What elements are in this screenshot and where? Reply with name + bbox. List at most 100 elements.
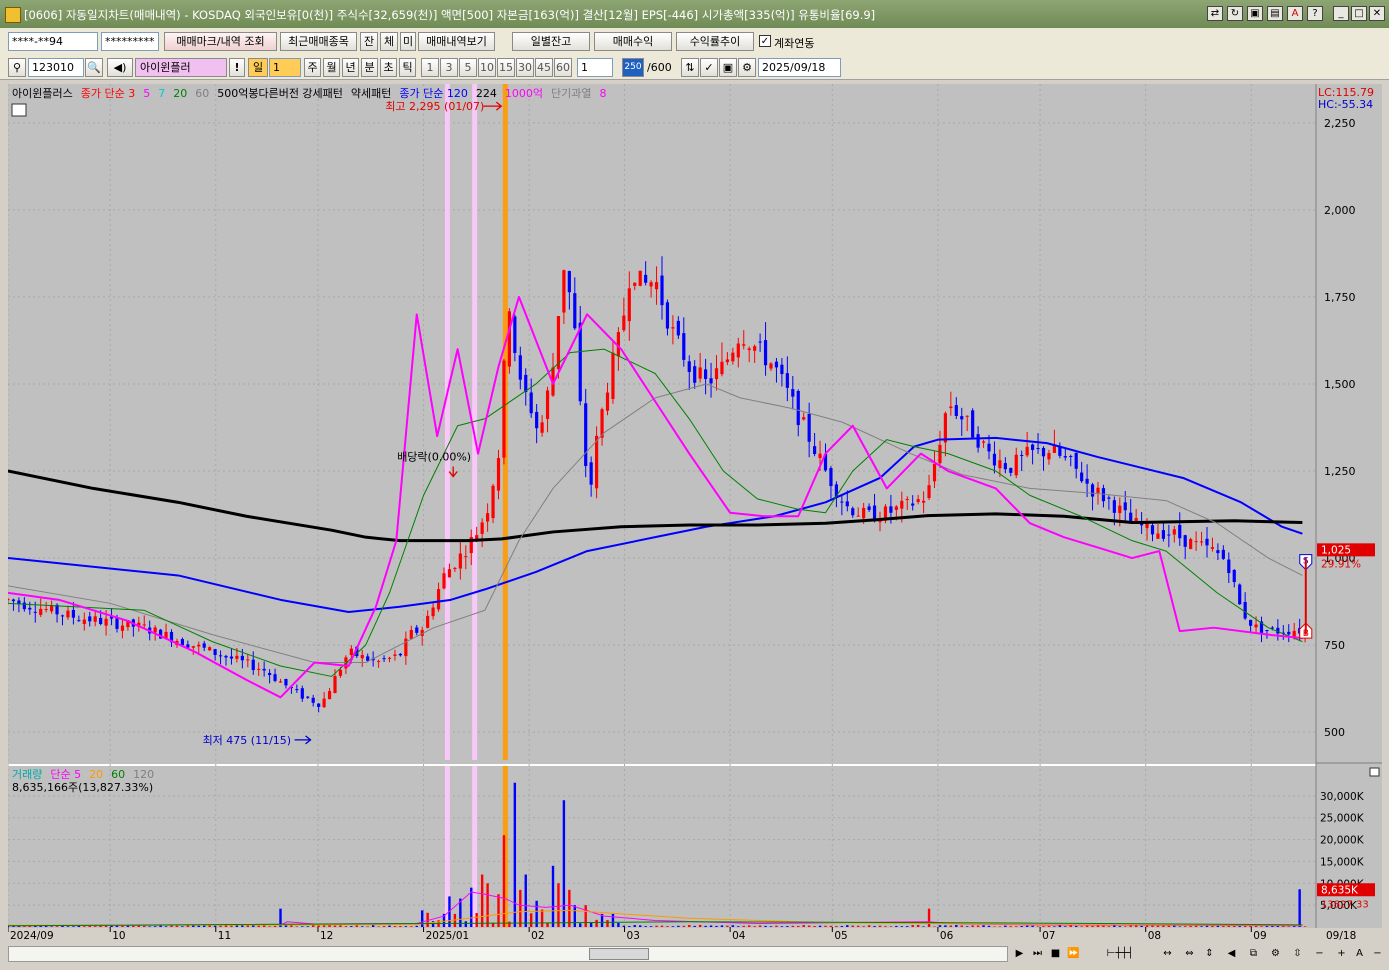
volume-bar bbox=[916, 924, 920, 927]
window-link-icon[interactable]: ⇄ bbox=[1207, 6, 1223, 21]
window-font-icon[interactable]: A bbox=[1287, 6, 1303, 21]
scroll-right-icon[interactable]: ▶ bbox=[1012, 946, 1027, 962]
chart-area[interactable]: 500 750 1,000 1,250 1,500 1,750 2,000 2,250 5,00… bbox=[6, 84, 1382, 942]
price-tick-label: 500 bbox=[1324, 726, 1345, 739]
account-link-label: 계좌연동 bbox=[774, 37, 815, 50]
close-button[interactable]: ✕ bbox=[1369, 6, 1385, 21]
volume-bar bbox=[524, 874, 527, 927]
zoom-in-icon[interactable]: + bbox=[1334, 946, 1349, 962]
zoom-ruler-icon[interactable]: ⊢┼┼┤ bbox=[1090, 946, 1150, 962]
period-button-0[interactable]: 주 bbox=[304, 58, 321, 77]
candle-body bbox=[905, 498, 909, 500]
scale-icon[interactable]: ⇳ bbox=[1290, 946, 1305, 962]
volume-bar bbox=[802, 925, 805, 927]
save-icon[interactable]: ▣ bbox=[719, 58, 737, 77]
indicator-icon[interactable]: ✓ bbox=[700, 58, 718, 77]
period-button-4[interactable]: 초 bbox=[380, 58, 397, 77]
trade-mark-button[interactable]: 매매마크/내역 조회 bbox=[164, 32, 277, 51]
minimize-button[interactable]: _ bbox=[1333, 6, 1349, 21]
interval-button-1[interactable]: 3 bbox=[440, 58, 458, 77]
scroll-track[interactable] bbox=[8, 946, 1008, 962]
chart-scrollbar[interactable]: ▶ ⏭ ■ ⏩ ⊢┼┼┤ ↔ ⇔ ⇕ ◀ ⧉ ⚙ ⇳ − + A − bbox=[0, 942, 1389, 970]
period-daily-button[interactable]: 일 bbox=[248, 58, 268, 77]
volume-bar bbox=[584, 905, 587, 927]
candle-body bbox=[218, 655, 223, 657]
volume-bar bbox=[1058, 925, 1062, 927]
interval-button-5[interactable]: 30 bbox=[516, 58, 534, 77]
interval-button-0[interactable]: 1 bbox=[421, 58, 439, 77]
font-decrease-icon[interactable]: − bbox=[1370, 946, 1385, 962]
candle-body bbox=[442, 573, 446, 589]
candle-body bbox=[1009, 467, 1013, 473]
unfilled-button[interactable]: 미 bbox=[400, 32, 416, 51]
interval-button-6[interactable]: 45 bbox=[535, 58, 553, 77]
account-link-checkbox[interactable]: ✓ bbox=[759, 35, 771, 47]
settings-gear-icon[interactable]: ⚙ bbox=[738, 58, 756, 77]
volume-bar bbox=[1156, 925, 1160, 927]
interval-button-2[interactable]: 5 bbox=[459, 58, 477, 77]
candle-body bbox=[671, 327, 675, 329]
candle-body bbox=[93, 616, 97, 622]
window-refresh-icon[interactable]: ↻ bbox=[1227, 6, 1243, 21]
expand-icon[interactable]: ⇕ bbox=[1202, 946, 1217, 962]
volume-bar bbox=[23, 926, 26, 927]
executed-button[interactable]: 체 bbox=[380, 32, 398, 51]
font-icon[interactable]: A bbox=[1352, 946, 1367, 962]
date-input[interactable]: 2025/09/18 bbox=[758, 58, 841, 77]
alert-icon[interactable]: ! bbox=[229, 58, 245, 77]
volume-bar bbox=[1025, 925, 1029, 927]
volume-bar bbox=[557, 883, 560, 927]
chart-list-icon[interactable]: ⧉ bbox=[1246, 946, 1261, 962]
compress-icon[interactable]: ⇔ bbox=[1182, 946, 1197, 962]
return-trend-button[interactable]: 수익률추이 bbox=[676, 32, 754, 51]
balance-button[interactable]: 잔 bbox=[360, 32, 378, 51]
account-select[interactable]: ****-**94 bbox=[8, 32, 98, 51]
stock-code-input[interactable]: 123010 bbox=[28, 58, 84, 77]
sound-icon[interactable]: ◀) bbox=[107, 58, 133, 77]
daily-balance-button[interactable]: 일별잔고 bbox=[512, 32, 590, 51]
candle-body bbox=[496, 457, 501, 491]
zoom-reset-icon[interactable]: ↔ bbox=[1160, 946, 1175, 962]
period-button-1[interactable]: 월 bbox=[323, 58, 340, 77]
play-icon[interactable]: ⏩ bbox=[1066, 946, 1081, 962]
interval-value-select[interactable]: 1 bbox=[577, 58, 613, 77]
period-value-select[interactable]: 1 bbox=[269, 58, 301, 77]
scroll-left-icon[interactable]: ◀ bbox=[1224, 946, 1239, 962]
interval-button-7[interactable]: 60 bbox=[554, 58, 572, 77]
settings-icon[interactable]: ⚙ bbox=[1268, 946, 1283, 962]
recent-trades-button[interactable]: 최근매매종목 bbox=[280, 32, 357, 51]
candle-body bbox=[742, 344, 746, 346]
window-save-icon[interactable]: ▣ bbox=[1247, 6, 1263, 21]
price-legend-item: 224 bbox=[476, 87, 497, 100]
candle-body bbox=[1112, 500, 1116, 513]
period-button-5[interactable]: 틱 bbox=[399, 58, 416, 77]
period-button-2[interactable]: 년 bbox=[342, 58, 359, 77]
window-print-icon[interactable]: ▤ bbox=[1267, 6, 1283, 21]
interval-button-3[interactable]: 10 bbox=[478, 58, 496, 77]
trade-history-button[interactable]: 매매내역보기 bbox=[418, 32, 495, 51]
candle-body bbox=[633, 282, 637, 286]
candle-body bbox=[556, 315, 561, 370]
stop-icon[interactable]: ■ bbox=[1048, 946, 1063, 962]
magnifier-icon[interactable]: 🔍 bbox=[85, 58, 103, 77]
password-field[interactable]: ********* bbox=[101, 32, 159, 51]
volume-bar bbox=[480, 874, 484, 927]
volume-panel-bg bbox=[8, 766, 1316, 928]
stock-search-icon[interactable]: ⚲ bbox=[8, 58, 26, 77]
candle-body bbox=[88, 616, 92, 622]
period-button-3[interactable]: 분 bbox=[361, 58, 378, 77]
stock-chart[interactable]: 5007501,0001,2501,5001,7502,0002,2505,00… bbox=[6, 84, 1382, 942]
count-badge[interactable]: 250 bbox=[622, 58, 644, 77]
maximize-button[interactable]: □ bbox=[1351, 6, 1367, 21]
volume-bar bbox=[562, 800, 566, 927]
stock-name-field[interactable]: 아이윈플러 bbox=[135, 58, 227, 77]
chart-type-icon[interactable]: ⇅ bbox=[681, 58, 699, 77]
scroll-end-icon[interactable]: ⏭ bbox=[1030, 946, 1045, 962]
interval-button-4[interactable]: 15 bbox=[497, 58, 515, 77]
window-help-icon[interactable]: ? bbox=[1307, 6, 1323, 21]
scroll-thumb[interactable] bbox=[589, 948, 649, 960]
volume-bar bbox=[682, 925, 685, 927]
zoom-out-icon[interactable]: − bbox=[1312, 946, 1327, 962]
candle-body bbox=[1052, 445, 1056, 453]
trade-profit-button[interactable]: 매매수익 bbox=[594, 32, 672, 51]
